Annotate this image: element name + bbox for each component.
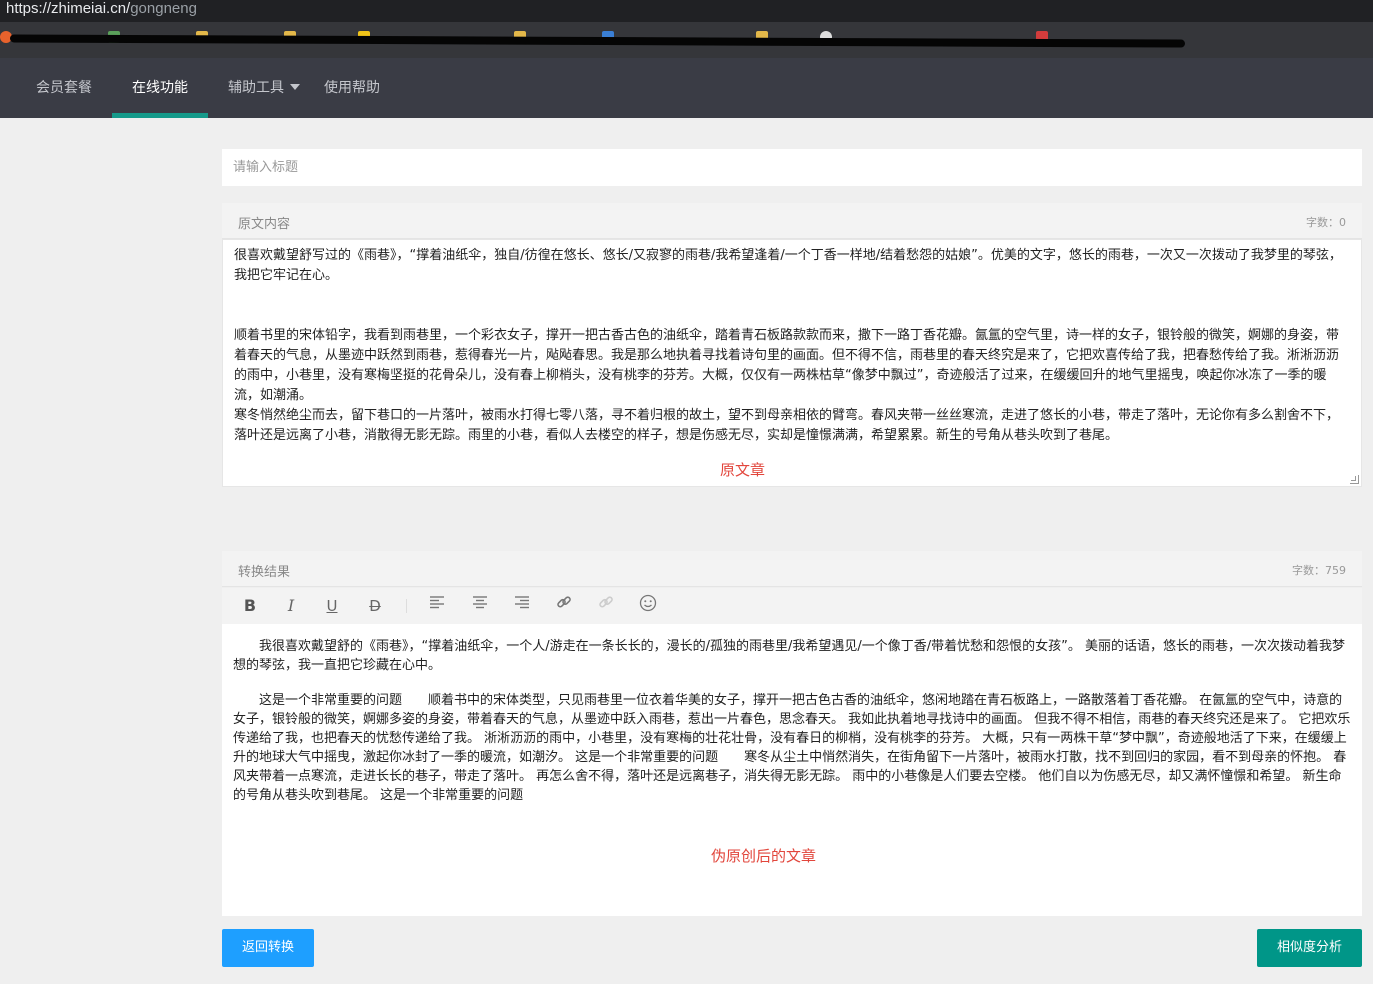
result-panel-header: 转换结果 字数：759: [222, 551, 1362, 587]
strikethrough-icon[interactable]: D: [362, 594, 388, 618]
url-path: gongneng: [130, 0, 197, 17]
browser-address-bar[interactable]: https://zhimeiai.cn/gongneng: [0, 0, 1373, 22]
caret-down-icon: [290, 84, 300, 90]
original-panel-header: 原文内容 字数：0: [222, 203, 1362, 239]
editor-toolbar: B I U D: [222, 588, 1362, 624]
italic-icon[interactable]: I: [278, 594, 304, 618]
original-word-count: 字数：0: [1306, 216, 1346, 229]
bookmarks-bar: [0, 22, 1373, 58]
link-icon[interactable]: [551, 594, 577, 618]
url-host: https://zhimeiai.cn/: [6, 0, 131, 17]
nav-item-online-functions[interactable]: 在线功能: [132, 58, 188, 118]
nav-item-tools[interactable]: 辅助工具: [228, 58, 300, 118]
align-left-icon[interactable]: [424, 594, 450, 618]
original-paragraph: 寒冬悄然绝尘而去，留下巷口的一片落叶，被雨水打得七零八落，寻不着归根的故土，望不…: [234, 408, 1340, 443]
redaction-scribble: [9, 34, 1186, 48]
result-paragraph: 我很喜欢戴望舒的《雨巷》，“撑着油纸伞，一个人/游走在一条长长的，漫长的/孤独的…: [233, 639, 1346, 673]
original-paragraph: 顺着书里的宋体铅字，我看到雨巷里，一个彩衣女子，撑开一把古香古色的油纸伞，踏着青…: [234, 328, 1340, 403]
nav-active-indicator: [112, 113, 208, 118]
original-annotation: 原文章: [720, 461, 766, 479]
resize-handle-icon[interactable]: [1350, 475, 1359, 484]
nav-item-membership[interactable]: 会员套餐: [36, 58, 92, 118]
original-textarea[interactable]: 很喜欢戴望舒写过的《雨巷》，“撑着油纸伞，独自/彷徨在悠长、悠长/又寂寥的雨巷/…: [222, 239, 1362, 487]
title-input[interactable]: [222, 149, 1362, 186]
site-nav: 会员套餐 在线功能 辅助工具 使用帮助: [0, 58, 1373, 118]
result-panel-title: 转换结果: [238, 565, 291, 580]
underline-icon[interactable]: U: [319, 594, 345, 618]
nav-item-tools-label: 辅助工具: [228, 80, 284, 96]
align-right-icon[interactable]: [509, 594, 535, 618]
result-paragraph: 这是一个非常重要的问题 顺着书中的宋体类型，只见雨巷里一位衣着华美的女子，撑开一…: [233, 693, 1351, 803]
result-editor[interactable]: 我很喜欢戴望舒的《雨巷》，“撑着油纸伞，一个人/游走在一条长长的，漫长的/孤独的…: [222, 624, 1362, 916]
similarity-analysis-button[interactable]: 相似度分析: [1257, 929, 1362, 967]
align-center-icon[interactable]: [467, 594, 493, 618]
result-word-count: 字数：759: [1292, 564, 1346, 577]
back-to-convert-button[interactable]: 返回转换: [222, 929, 314, 967]
bold-icon[interactable]: B: [237, 594, 263, 618]
original-paragraph: 很喜欢戴望舒写过的《雨巷》，“撑着油纸伞，独自/彷徨在悠长、悠长/又寂寥的雨巷/…: [234, 248, 1342, 283]
nav-item-help[interactable]: 使用帮助: [324, 58, 380, 118]
toolbar-divider: [406, 599, 407, 613]
result-annotation: 伪原创后的文章: [711, 847, 817, 865]
unlink-icon[interactable]: [593, 594, 619, 618]
original-panel-title: 原文内容: [238, 217, 291, 232]
emoji-icon[interactable]: [635, 594, 661, 618]
